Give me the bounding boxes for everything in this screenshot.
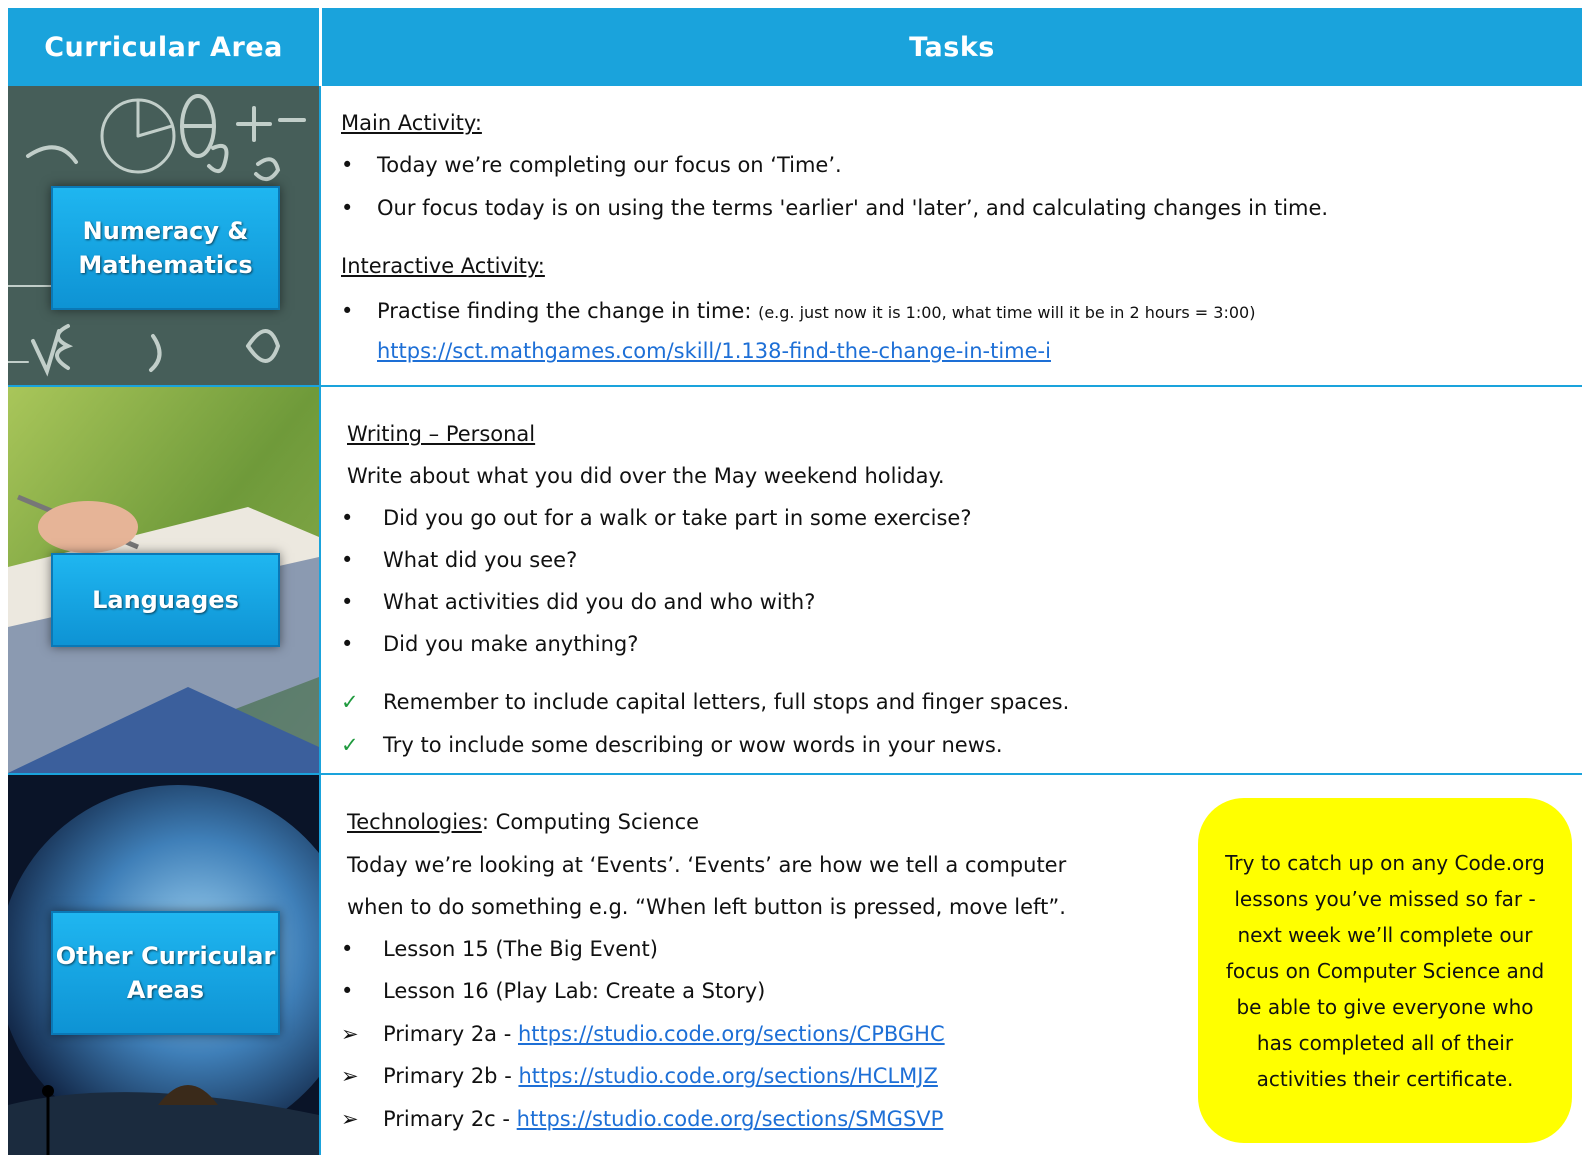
list-item: • Practise finding the change in time: (e… bbox=[341, 299, 1256, 323]
class-2b-link[interactable]: https://studio.code.org/sections/HCLMJZ bbox=[518, 1064, 937, 1088]
list-item: • Did you make anything? bbox=[341, 632, 639, 656]
list-item: • Lesson 16 (Play Lab: Create a Story) bbox=[341, 979, 766, 1003]
interactive-activity-heading: Interactive Activity: bbox=[341, 254, 545, 278]
class-link-item: ➢ Primary 2a - https://studio.code.org/se… bbox=[341, 1019, 945, 1049]
header-tasks: Tasks bbox=[909, 31, 995, 63]
column-divider bbox=[319, 86, 321, 1155]
catch-up-note: Try to catch up on any Code.org lessons … bbox=[1198, 798, 1572, 1143]
check-icon: ✓ bbox=[341, 690, 359, 714]
class-2c-link[interactable]: https://studio.code.org/sections/SMGSVP bbox=[517, 1107, 944, 1131]
technologies-heading: Technologies: Computing Science bbox=[347, 810, 700, 834]
languages-area-image: Languages bbox=[8, 387, 319, 773]
arrow-icon: ➢ bbox=[341, 1064, 359, 1088]
mathgames-link[interactable]: https://sct.mathgames.com/skill/1.138-fi… bbox=[377, 339, 1051, 363]
main-activity-heading: Main Activity: bbox=[341, 111, 482, 135]
class-2a-link[interactable]: https://studio.code.org/sections/CPBGHC bbox=[518, 1022, 945, 1046]
writing-heading: Writing – Personal bbox=[347, 422, 536, 446]
arrow-icon: ➢ bbox=[341, 1107, 359, 1131]
mathgames-link-line: https://sct.mathgames.com/skill/1.138-fi… bbox=[377, 336, 1051, 366]
arrow-icon: ➢ bbox=[341, 1022, 359, 1046]
list-item: • Lesson 15 (The Big Event) bbox=[341, 937, 658, 961]
area-label-languages: Languages bbox=[51, 553, 280, 647]
curriculum-table: Curricular Area Tasks Numeracy & Mathema… bbox=[8, 8, 1582, 1155]
area-label-other: Other Curricular Areas bbox=[51, 911, 280, 1035]
other-tasks: Technologies: Computing Science Today we… bbox=[341, 775, 1191, 1155]
table-header: Curricular Area Tasks bbox=[8, 8, 1582, 86]
list-item: • Did you go out for a walk or take part … bbox=[341, 506, 972, 530]
languages-tasks: Writing – Personal Write about what you … bbox=[341, 387, 1571, 773]
area-label-numeracy: Numeracy & Mathematics bbox=[51, 186, 280, 310]
check-item: ✓ Try to include some describing or wow w… bbox=[341, 730, 1003, 760]
list-item: • What did you see? bbox=[341, 548, 578, 572]
list-item: • Our focus today is on using the terms '… bbox=[341, 196, 1329, 220]
writing-intro: Write about what you did over the May we… bbox=[347, 464, 945, 488]
numeracy-tasks: Main Activity: • Today we’re completing o… bbox=[341, 86, 1571, 385]
list-item: • Today we’re completing our focus on ‘Ti… bbox=[341, 153, 842, 177]
other-area-image: Other Curricular Areas bbox=[8, 775, 319, 1155]
events-intro-line-2: when to do something e.g. “When left but… bbox=[347, 895, 1066, 919]
check-item: ✓ Remember to include capital letters, fu… bbox=[341, 687, 1069, 717]
class-link-item: ➢ Primary 2c - https://studio.code.org/se… bbox=[341, 1104, 943, 1134]
events-intro-line-1: Today we’re looking at ‘Events’. ‘Events… bbox=[347, 853, 1067, 877]
class-link-item: ➢ Primary 2b - https://studio.code.org/se… bbox=[341, 1061, 938, 1091]
list-item: • What activities did you do and who with… bbox=[341, 590, 816, 614]
header-curricular-area: Curricular Area bbox=[44, 31, 283, 63]
numeracy-area-image: Numeracy & Mathematics bbox=[8, 86, 319, 385]
check-icon: ✓ bbox=[341, 733, 359, 757]
